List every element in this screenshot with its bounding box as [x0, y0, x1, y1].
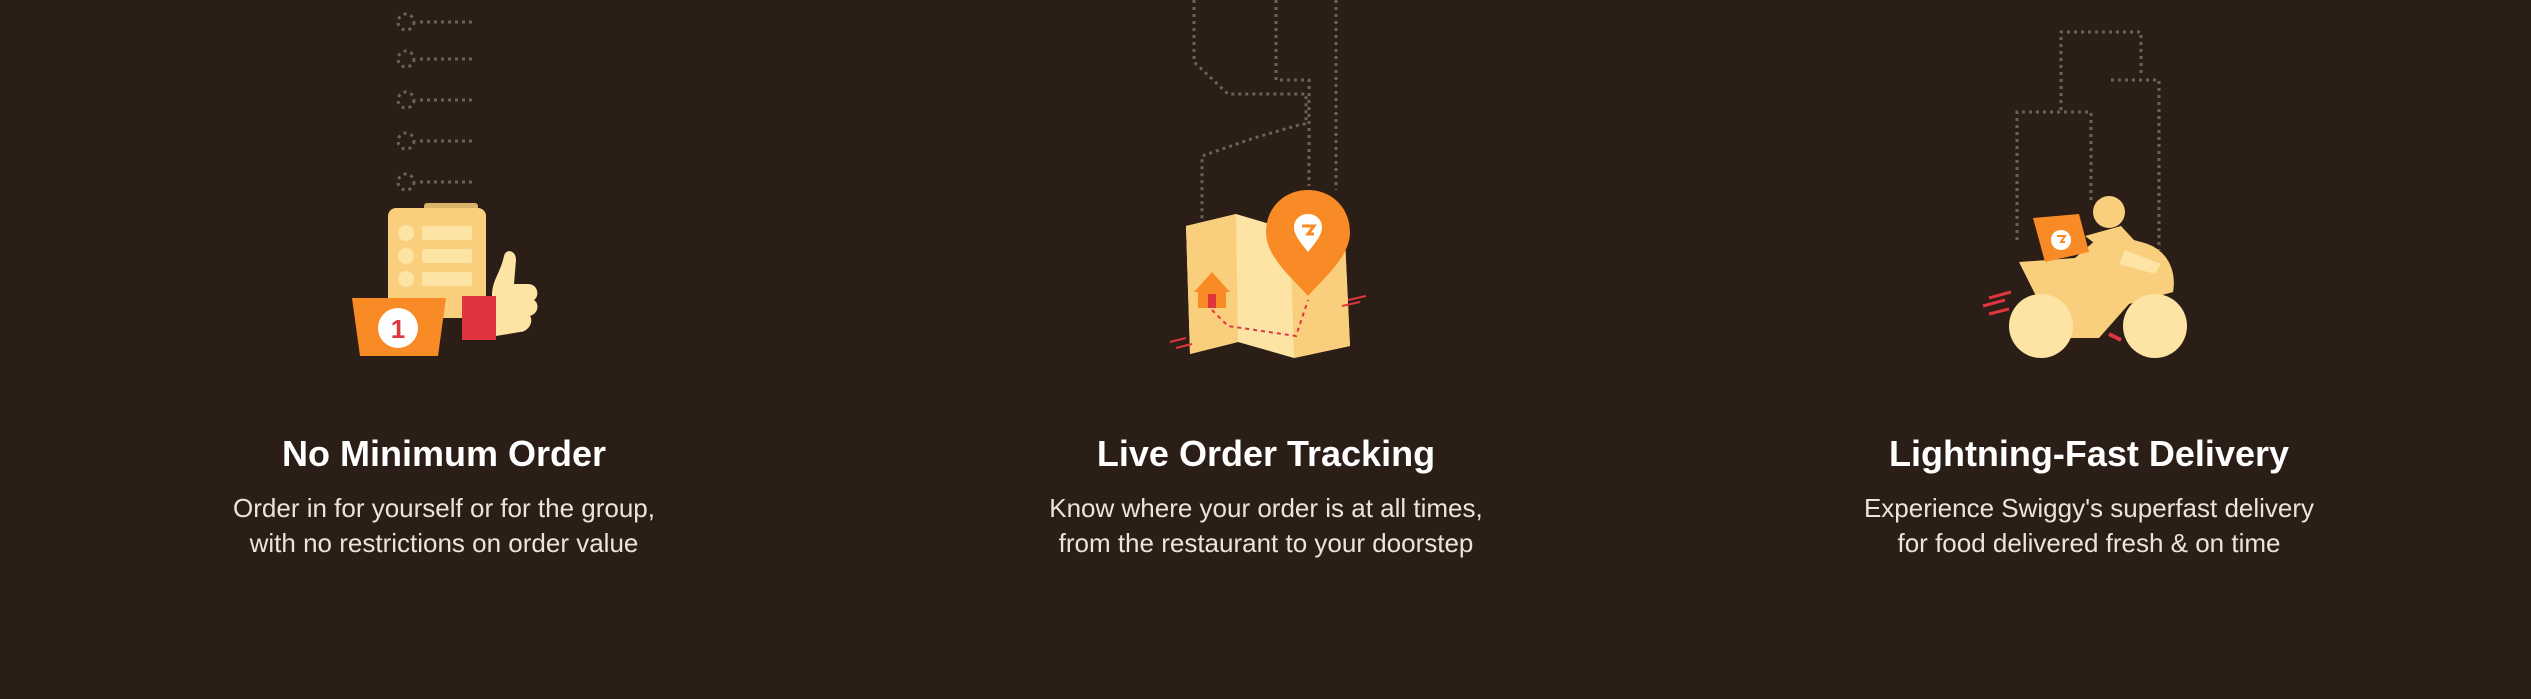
feature-description: Know where your order is at all times, f…	[946, 491, 1586, 561]
feature-no-minimum-order: 1 No Minimum Order Order in for yourself…	[124, 0, 764, 699]
clipboard-thumbs-up-icon: 1	[352, 12, 538, 356]
feature-description: Experience Swiggy's superfast delivery f…	[1769, 491, 2409, 561]
feature-title: No Minimum Order	[281, 433, 607, 474]
feature-description-line: Experience Swiggy's superfast delivery	[1863, 493, 2315, 523]
feature-description-line: for food delivered fresh & on time	[1897, 528, 2281, 558]
feature-description-line: from the restaurant to your doorstep	[1058, 528, 1474, 558]
feature-title: Live Order Tracking	[1096, 433, 1436, 474]
feature-live-order-tracking: Live Order Tracking Know where your orde…	[946, 0, 1586, 699]
delivery-scooter-icon	[1982, 30, 2187, 358]
feature-description-line: with no restrictions on order value	[249, 528, 639, 558]
feature-description: Order in for yourself or for the group, …	[124, 491, 764, 561]
svg-text:1: 1	[391, 314, 405, 344]
feature-description-line: Order in for yourself or for the group,	[233, 493, 655, 523]
features-section: 1 No Minimum Order Order in for yourself…	[0, 0, 2531, 699]
feature-lightning-fast-delivery: Lightning-Fast Delivery Experience Swigg…	[1769, 0, 2409, 699]
feature-description-line: Know where your order is at all times,	[1049, 493, 1483, 523]
feature-title: Lightning-Fast Delivery	[1888, 433, 2290, 474]
map-location-pin-icon	[1169, 0, 1367, 358]
